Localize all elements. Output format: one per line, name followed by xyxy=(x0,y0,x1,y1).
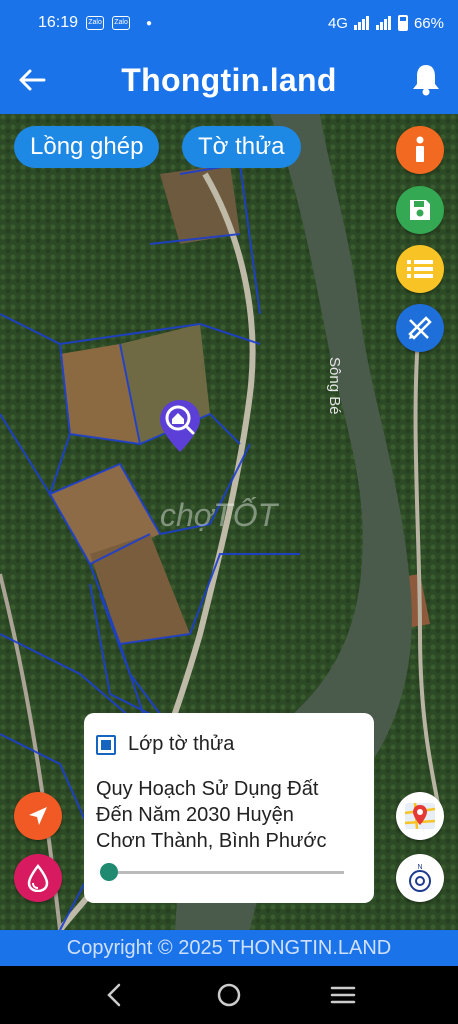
notification-dot-icon: ● xyxy=(146,17,153,29)
save-button[interactable] xyxy=(396,186,444,234)
layer-toggle-row[interactable]: Lớp tờ thửa xyxy=(96,733,362,756)
info-button[interactable] xyxy=(396,126,444,174)
layer-description: Quy Hoạch Sử Dụng Đất Đến Năm 2030 Huyện… xyxy=(96,778,327,852)
signal-icon xyxy=(353,16,370,30)
info-icon xyxy=(416,136,424,162)
list-icon xyxy=(407,260,433,278)
arrow-left-icon[interactable] xyxy=(16,64,48,96)
chip-long-ghep[interactable]: Lồng ghép xyxy=(14,126,160,168)
zalo-notification-icon: Zalo xyxy=(112,16,131,30)
list-button[interactable] xyxy=(396,245,444,293)
battery-icon xyxy=(397,15,408,31)
home-search-pin-icon[interactable] xyxy=(158,398,202,454)
nav-back-icon[interactable] xyxy=(100,980,130,1010)
map-pin-icon xyxy=(404,802,436,830)
compass-icon: N xyxy=(409,864,431,892)
slider-thumb[interactable] xyxy=(100,863,118,881)
chip-to-thua[interactable]: Tờ thửa xyxy=(182,126,301,168)
save-icon xyxy=(410,200,430,220)
nav-home-icon[interactable] xyxy=(214,980,244,1010)
zalo-notification-icon: Zalo xyxy=(86,16,105,30)
edit-ruler-icon xyxy=(408,316,432,340)
app-title: Thongtin.land xyxy=(121,61,337,98)
status-time: 16:19 xyxy=(38,14,79,31)
map-type-button[interactable] xyxy=(396,792,444,840)
network-type: 4G xyxy=(327,14,348,32)
layer-checkbox[interactable] xyxy=(96,734,116,755)
water-layer-button[interactable] xyxy=(14,854,62,902)
watermark: chợTỐT xyxy=(160,497,280,533)
svg-text:N: N xyxy=(417,864,422,871)
nav-recents-icon[interactable] xyxy=(328,980,358,1010)
bell-icon[interactable] xyxy=(410,62,442,96)
layer-checkbox-label: Lớp tờ thửa xyxy=(128,733,235,755)
status-bar: 16:19 Zalo Zalo ● 4G 66% xyxy=(0,0,458,46)
system-nav-bar xyxy=(0,966,458,1024)
compass-button[interactable]: N xyxy=(396,854,444,902)
app-bar: Thongtin.land xyxy=(0,46,458,114)
layer-panel: Lớp tờ thửa Quy Hoạch Sử Dụng Đất Đến Nă… xyxy=(84,713,374,903)
river-label: Sông Bé xyxy=(326,357,343,415)
navigation-arrow-icon xyxy=(29,807,47,825)
water-drop-icon xyxy=(27,864,49,892)
copyright-footer: Copyright © 2025 THONGTIN.LAND xyxy=(0,930,458,966)
edit-tool-button[interactable] xyxy=(396,304,444,352)
battery-level: 66% xyxy=(413,14,444,32)
opacity-slider[interactable] xyxy=(100,863,344,881)
locate-button[interactable] xyxy=(14,792,62,840)
signal-icon xyxy=(375,16,392,30)
